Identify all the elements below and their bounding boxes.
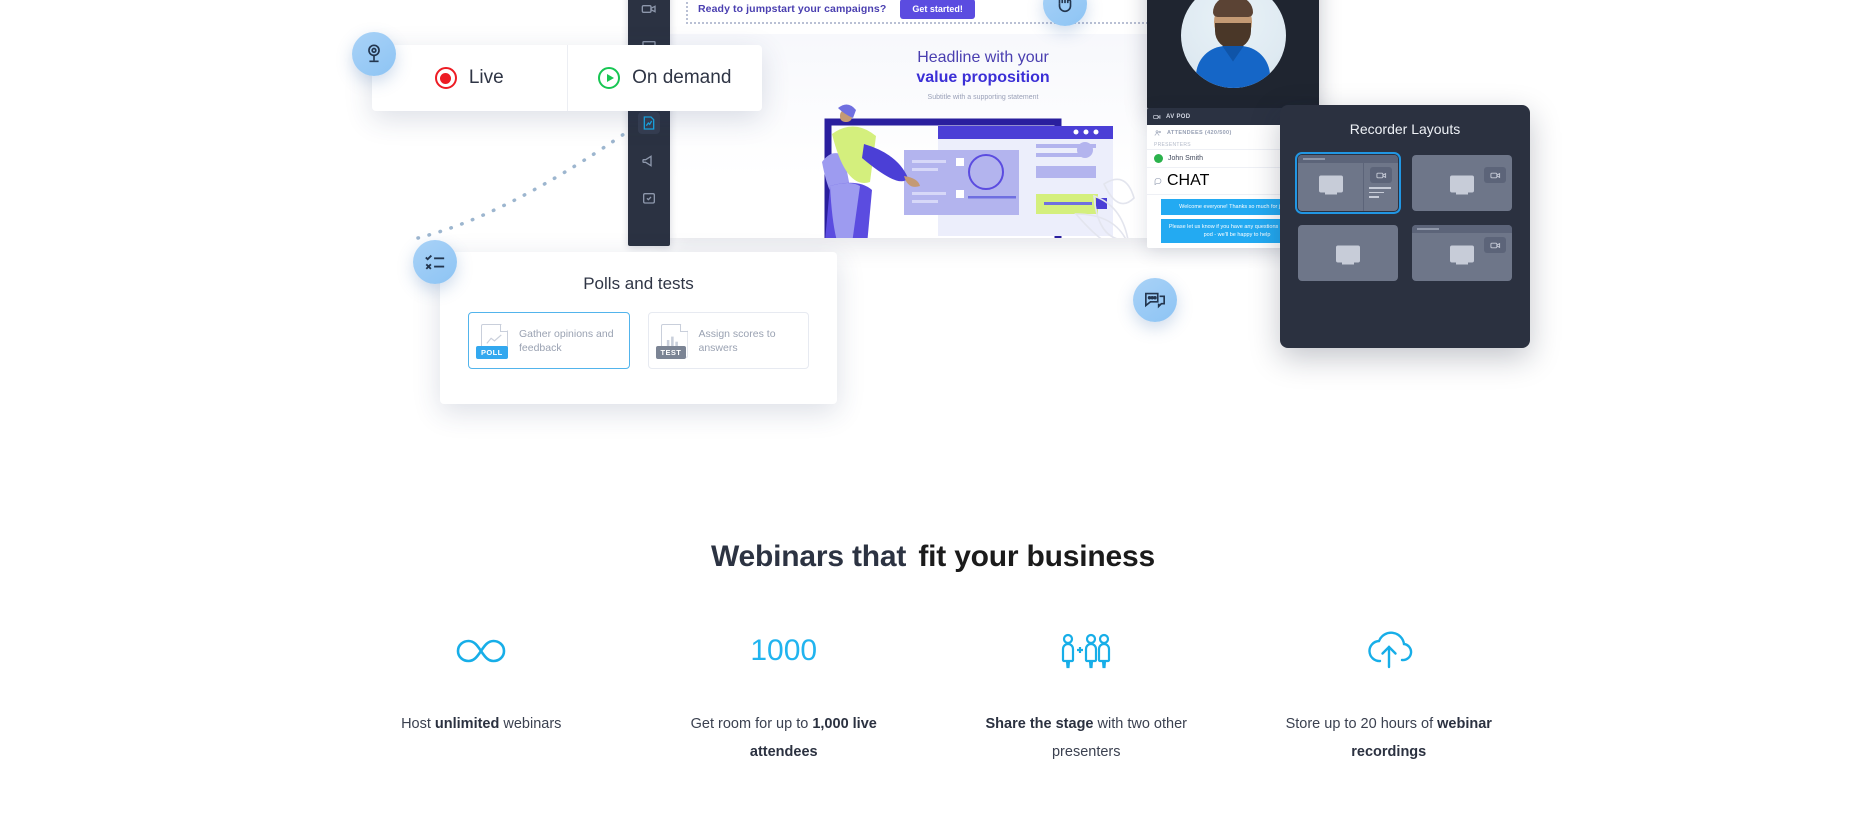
recorder-layout-grid <box>1295 152 1512 281</box>
attendees-label: ATTENDEES (420/500) <box>1167 130 1232 136</box>
megaphone-icon[interactable] <box>638 150 660 172</box>
test-badge: TEST <box>655 345 687 359</box>
thumb-browser-bar <box>1298 155 1398 163</box>
stat-text: Host unlimited webinars <box>366 710 596 738</box>
recorder-layout-option[interactable] <box>1412 155 1512 211</box>
av-pod-camera-icon <box>1153 114 1161 119</box>
poll-badge: POLL <box>476 345 508 359</box>
webcam-icon <box>368 44 380 63</box>
recorder-layout-option[interactable] <box>1295 152 1401 214</box>
thumb-screen-icon <box>1450 175 1474 193</box>
recorder-layouts-panel: Recorder Layouts <box>1280 105 1530 348</box>
poll-option-text: Gather opinions and feedback <box>519 327 614 354</box>
section-headline: Webinars that fit your business <box>0 536 1870 577</box>
thumb-browser-bar <box>1412 225 1512 233</box>
stat-text: Get room for up to 1,000 live attendees <box>669 710 899 766</box>
poll-checklist-icon-bubble <box>413 240 457 284</box>
test-option-text: Assign scores to answers <box>698 327 776 354</box>
room-toolbar <box>628 0 670 246</box>
page-root: Ready to jumpstart your campaigns? Get s… <box>0 0 1870 838</box>
play-circle-icon <box>598 67 621 89</box>
recorder-layout-option[interactable] <box>1298 225 1398 281</box>
stat-live-attendees: 1000 Get room for up to 1,000 live atten… <box>633 620 936 766</box>
thumb-screen-icon <box>1450 245 1474 263</box>
thumb-screen-icon <box>1336 245 1360 263</box>
chat-label: CHAT <box>1167 172 1210 189</box>
video-camera-icon[interactable] <box>638 0 660 20</box>
dotted-connector <box>416 132 626 240</box>
test-document-icon: TEST <box>655 323 688 359</box>
mode-label-live: Live <box>468 67 504 88</box>
promo-banner-text: Ready to jumpstart your campaigns? <box>698 3 887 15</box>
thumb-camera-icon <box>1484 167 1506 183</box>
mode-option-on-demand[interactable]: On demand <box>566 45 763 111</box>
feature-stats-row: Host unlimited webinars 1000 Get room fo… <box>0 620 1870 766</box>
mode-label-on-demand: On demand <box>632 67 732 88</box>
stat-number: 1000 <box>750 634 818 667</box>
attendees-icon <box>1154 130 1161 136</box>
poll-document-icon: POLL <box>476 323 508 359</box>
avatar-hair <box>1213 0 1253 17</box>
poll-option-poll[interactable]: POLL Gather opinions and feedback <box>468 312 630 369</box>
chat-bubble-icon-bubble <box>1133 278 1177 322</box>
thumb-camera-icon <box>1370 167 1392 183</box>
thumb-screen-icon <box>1319 175 1343 193</box>
headline-highlight: fit your business <box>912 536 1165 577</box>
presenter-illustration <box>822 104 1135 238</box>
webinar-mode-card: Live On demand <box>372 45 762 111</box>
cursor-icon <box>1058 0 1072 13</box>
hero-collage: Ready to jumpstart your campaigns? Get s… <box>0 0 1870 470</box>
get-started-button[interactable]: Get started! <box>900 0 975 19</box>
stat-text-prefix: Store up to 20 hours of <box>1285 716 1438 732</box>
polls-and-tests-card: Polls and tests POLL Gather opinions and… <box>440 252 837 404</box>
mode-option-live[interactable]: Live <box>372 45 567 111</box>
headline-text: Webinars that fit your business <box>710 536 1165 577</box>
thumb-split <box>1363 163 1364 211</box>
recorder-layout-option[interactable] <box>1412 225 1512 281</box>
stat-text-prefix: Get room for up to <box>690 716 813 732</box>
thumb-camera-icon <box>1484 237 1506 253</box>
stat-text-bold: unlimited <box>434 716 500 732</box>
stat-text-bold: Share the stage <box>985 716 1094 732</box>
presenters-icon <box>935 620 1238 682</box>
infinity-icon <box>330 620 633 682</box>
presenter-video-panel <box>1147 0 1319 110</box>
stat-webinar-recordings: Store up to 20 hours of webinar recordin… <box>1238 620 1541 766</box>
webcam-icon-bubble <box>352 32 396 76</box>
recorder-layouts-title: Recorder Layouts <box>1349 121 1461 137</box>
stat-text-suffix: webinars <box>499 716 562 732</box>
poll-icon[interactable] <box>638 112 660 134</box>
chat-icon <box>1154 178 1162 185</box>
stat-text: Share the stage with two other presenter… <box>971 710 1201 766</box>
stat-share-the-stage: Share the stage with two other presenter… <box>935 620 1238 766</box>
presenter-name: John Smith <box>1168 155 1204 162</box>
cloud-upload-icon <box>1238 620 1541 682</box>
stat-unlimited-webinars: Host unlimited webinars <box>330 620 633 766</box>
presenter-avatar <box>1180 0 1286 88</box>
record-dot-icon <box>434 67 457 89</box>
thumb-text-lines <box>1369 187 1391 201</box>
poll-option-test[interactable]: TEST Assign scores to answers <box>647 312 809 369</box>
chat-bubble-icon <box>1145 292 1165 309</box>
test-icon[interactable] <box>638 188 660 210</box>
poll-checklist-icon <box>425 254 445 270</box>
online-status-dot <box>1154 154 1163 163</box>
headline-prefix: Webinars that <box>710 540 915 573</box>
polls-card-title: Polls and tests <box>583 274 694 293</box>
stat-text: Store up to 20 hours of webinar recordin… <box>1274 710 1504 766</box>
av-pod-title: AV POD <box>1166 113 1191 120</box>
stat-text-prefix: Host <box>401 716 435 732</box>
polls-options-row: POLL Gather opinions and feedback TEST A… <box>440 294 837 369</box>
